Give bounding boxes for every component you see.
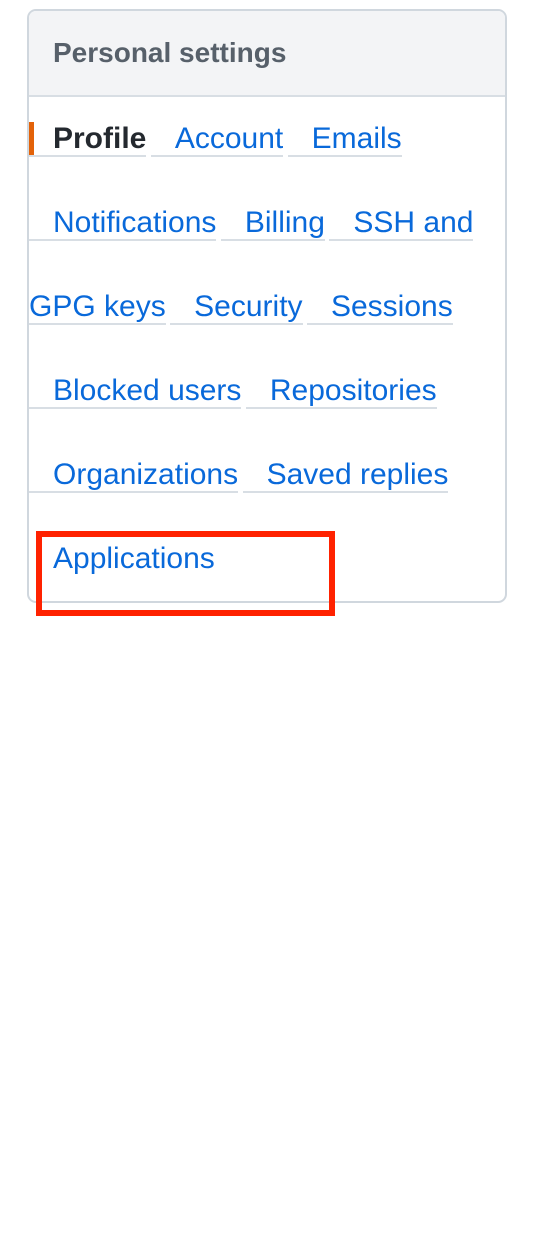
- menu-item-security[interactable]: Security: [170, 290, 303, 325]
- menu-item-blocked-users[interactable]: Blocked users: [29, 374, 242, 409]
- menu-item-account[interactable]: Account: [150, 122, 284, 157]
- menu-item-applications[interactable]: Applications: [29, 542, 215, 575]
- menu-item-billing[interactable]: Billing: [220, 206, 325, 241]
- menu-item-repositories[interactable]: Repositories: [245, 374, 437, 409]
- menu-item-saved-replies[interactable]: Saved replies: [242, 458, 449, 493]
- personal-settings-menu: Personal settings Profile Account Emails…: [27, 9, 507, 603]
- menu-item-profile[interactable]: Profile: [29, 122, 147, 157]
- menu-item-notifications[interactable]: Notifications: [29, 206, 217, 241]
- menu-header: Personal settings: [29, 11, 505, 97]
- menu-item-sessions[interactable]: Sessions: [306, 290, 453, 325]
- menu-item-organizations[interactable]: Organizations: [29, 458, 239, 493]
- menu-item-emails[interactable]: Emails: [287, 122, 402, 157]
